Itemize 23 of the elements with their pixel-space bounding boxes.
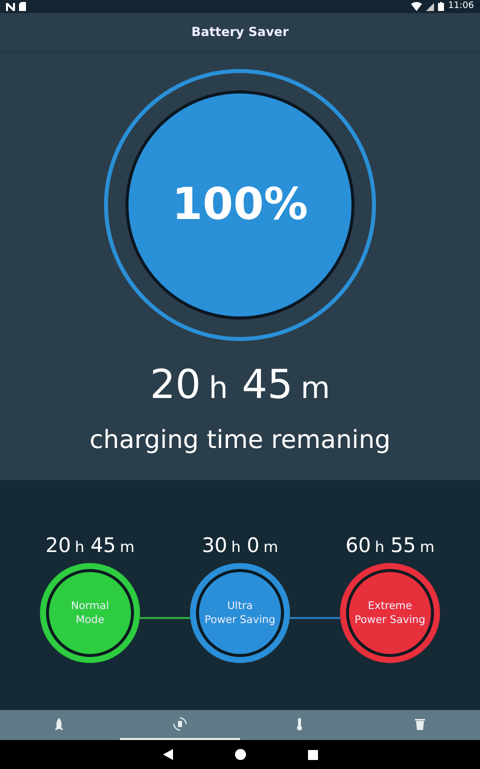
battery-icon [438, 2, 444, 11]
status-time: 11:06 [448, 0, 474, 13]
recycle-icon [173, 717, 187, 731]
home-icon[interactable] [234, 749, 246, 760]
mode-time: 20 h 45 m [45, 535, 135, 555]
mode-time: 60 h 55 m [345, 535, 435, 555]
signal-icon [426, 2, 434, 10]
mode-button[interactable]: Ultra Power Saving [190, 563, 290, 663]
back-icon[interactable] [162, 749, 172, 760]
sd-card-icon [19, 2, 26, 11]
recents-icon[interactable] [308, 750, 318, 760]
mode-button[interactable]: Normal Mode [40, 563, 140, 663]
trash-icon [413, 717, 427, 731]
battery-percent: 100% [172, 178, 308, 232]
remaining-time: 20 h 45 m [150, 365, 330, 405]
mode-button[interactable]: Extreme Power Saving [340, 563, 440, 663]
remaining-caption: charging time remaning [90, 424, 390, 456]
mode-time: 30 h 0 m [202, 535, 278, 555]
app-title: Battery Saver [191, 23, 289, 42]
connector-line [140, 617, 190, 619]
connector-line [290, 617, 340, 619]
wifi-icon [411, 2, 422, 11]
notification-icon [6, 2, 15, 10]
